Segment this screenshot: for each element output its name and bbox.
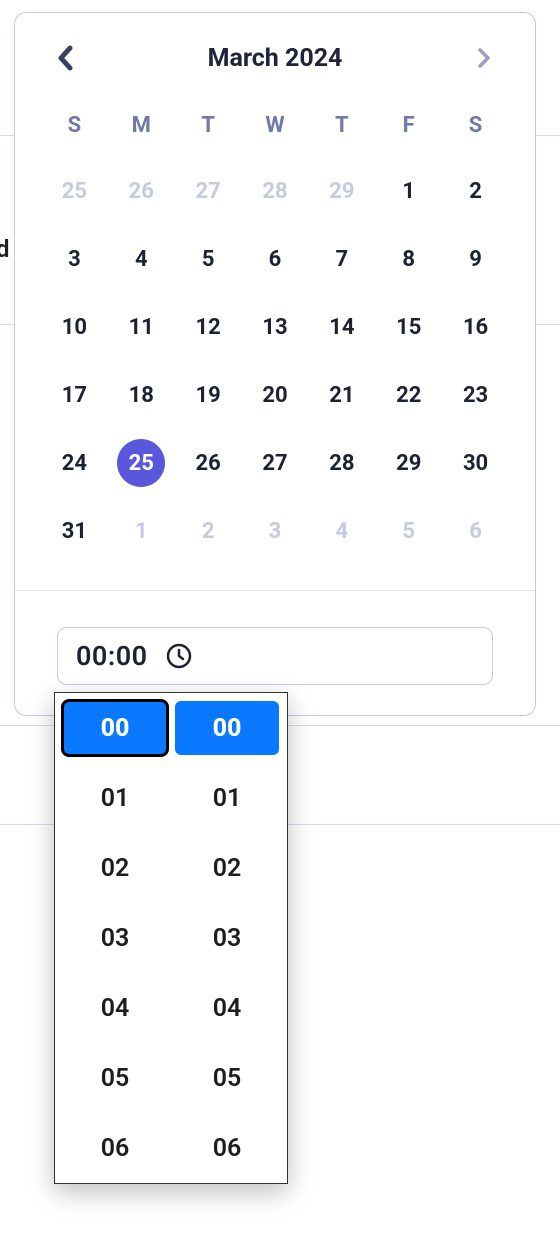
calendar-day[interactable]: 20 xyxy=(242,376,309,414)
weekday-label: T xyxy=(308,103,375,148)
calendar-day[interactable]: 30 xyxy=(442,444,509,482)
hour-option[interactable]: 01 xyxy=(63,771,167,825)
minute-option[interactable]: 06 xyxy=(175,1121,279,1175)
time-value: 00:00 xyxy=(76,640,148,672)
hour-option[interactable]: 04 xyxy=(63,981,167,1035)
calendar-day-outside[interactable]: 29 xyxy=(308,172,375,210)
minute-option[interactable]: 02 xyxy=(175,841,279,895)
weekday-label: T xyxy=(175,103,242,148)
calendar-day[interactable]: 17 xyxy=(41,376,108,414)
minute-option[interactable]: 04 xyxy=(175,981,279,1035)
calendar-day-outside[interactable]: 25 xyxy=(41,172,108,210)
calendar-weekday-row: SMTWTFS xyxy=(41,103,509,148)
hour-option[interactable]: 02 xyxy=(63,841,167,895)
calendar-day[interactable]: 27 xyxy=(242,444,309,482)
calendar-day[interactable]: 9 xyxy=(442,240,509,278)
chevron-left-icon xyxy=(56,45,76,71)
minute-column: 00 01 02 03 04 05 06 xyxy=(175,701,279,1175)
time-picker-dropdown: 00010203040506 00010203040506 xyxy=(54,692,288,1184)
calendar-day[interactable]: 18 xyxy=(108,376,175,414)
calendar-day-outside[interactable]: 27 xyxy=(175,172,242,210)
calendar-header: March 2024 xyxy=(41,43,509,91)
calendar-day[interactable]: 11 xyxy=(108,308,175,346)
hour-option[interactable]: 03 xyxy=(63,911,167,965)
background-label-fragment: d xyxy=(0,235,10,263)
weekday-label: S xyxy=(41,103,108,148)
calendar-day[interactable]: 25 xyxy=(108,444,175,482)
weekday-label: M xyxy=(108,103,175,148)
minute-option[interactable]: 01 xyxy=(175,771,279,825)
calendar-day[interactable]: 28 xyxy=(308,444,375,482)
hour-option[interactable]: 00 xyxy=(63,701,167,755)
weekday-label: W xyxy=(242,103,309,148)
calendar-day[interactable]: 23 xyxy=(442,376,509,414)
time-input[interactable]: 00:00 xyxy=(57,627,493,685)
calendar-day[interactable]: 16 xyxy=(442,308,509,346)
hour-option[interactable]: 06 xyxy=(63,1121,167,1175)
chevron-right-icon xyxy=(476,47,492,69)
calendar-selected-day: 25 xyxy=(117,439,165,487)
calendar-day[interactable]: 29 xyxy=(375,444,442,482)
calendar-day[interactable]: 10 xyxy=(41,308,108,346)
calendar-month-title: March 2024 xyxy=(208,44,343,73)
hour-column: 00 01 02 03 04 05 06 xyxy=(63,701,167,1175)
prev-month-button[interactable] xyxy=(51,43,81,73)
divider xyxy=(15,590,535,591)
calendar-day[interactable]: 21 xyxy=(308,376,375,414)
calendar-day[interactable]: 3 xyxy=(41,240,108,278)
weekday-label: F xyxy=(375,103,442,148)
hour-option[interactable]: 05 xyxy=(63,1051,167,1105)
minute-option[interactable]: 05 xyxy=(175,1051,279,1105)
calendar-day[interactable]: 2 xyxy=(442,172,509,210)
calendar-day-outside[interactable]: 4 xyxy=(308,512,375,550)
calendar-day[interactable]: 14 xyxy=(308,308,375,346)
calendar-day[interactable]: 1 xyxy=(375,172,442,210)
calendar-day-outside[interactable]: 6 xyxy=(442,512,509,550)
date-picker-popover: March 2024 SMTWTFS 252627282912345678910… xyxy=(14,12,536,716)
calendar-day[interactable]: 31 xyxy=(41,512,108,550)
calendar-day[interactable]: 26 xyxy=(175,444,242,482)
minute-option[interactable]: 00 xyxy=(175,701,279,755)
calendar-day-outside[interactable]: 5 xyxy=(375,512,442,550)
clock-icon xyxy=(166,643,192,669)
calendar-day[interactable]: 19 xyxy=(175,376,242,414)
calendar-day-outside[interactable]: 2 xyxy=(175,512,242,550)
weekday-label: S xyxy=(442,103,509,148)
calendar-day-outside[interactable]: 1 xyxy=(108,512,175,550)
calendar-day-outside[interactable]: 26 xyxy=(108,172,175,210)
calendar-day[interactable]: 8 xyxy=(375,240,442,278)
calendar-day[interactable]: 15 xyxy=(375,308,442,346)
calendar-day[interactable]: 7 xyxy=(308,240,375,278)
calendar-day[interactable]: 13 xyxy=(242,308,309,346)
calendar-day[interactable]: 5 xyxy=(175,240,242,278)
calendar-day[interactable]: 22 xyxy=(375,376,442,414)
next-month-button[interactable] xyxy=(469,43,499,73)
calendar-day[interactable]: 12 xyxy=(175,308,242,346)
calendar-day-outside[interactable]: 3 xyxy=(242,512,309,550)
calendar-day[interactable]: 24 xyxy=(41,444,108,482)
calendar-days-grid: 2526272829123456789101112131415161718192… xyxy=(41,158,509,570)
calendar-day[interactable]: 4 xyxy=(108,240,175,278)
calendar-day-outside[interactable]: 28 xyxy=(242,172,309,210)
minute-option[interactable]: 03 xyxy=(175,911,279,965)
calendar-day[interactable]: 6 xyxy=(242,240,309,278)
